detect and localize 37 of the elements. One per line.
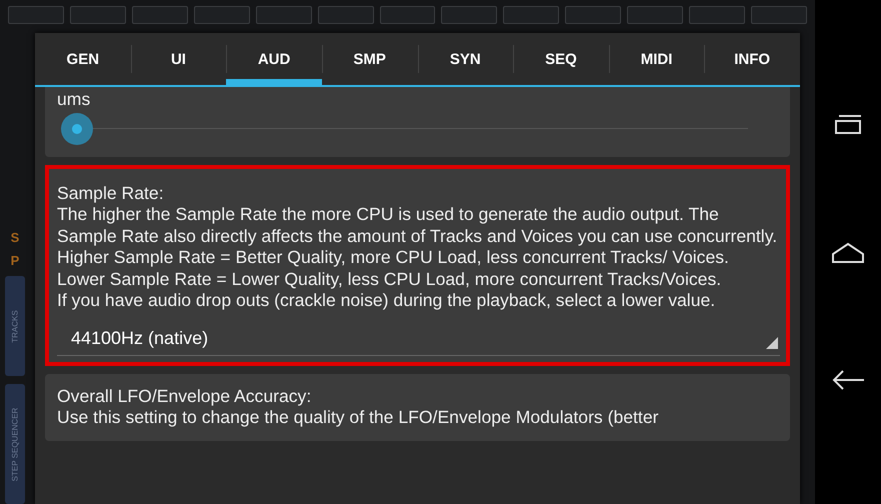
setting-text: Lower Sample Rate = Lower Quality, less CPU Load, more concurrent Tracks/Voices. <box>57 268 722 290</box>
tab[interactable]: SYN <box>418 33 514 85</box>
tab[interactable]: SEQ <box>513 33 609 85</box>
toolbar-button[interactable] <box>194 6 250 24</box>
setting-text: The higher the Sample Rate the more CPU is used to generate the audio output. The Sample Rate also directly affects the amount of Tracks and Voices you can use concurrently. <box>57 204 778 247</box>
tab[interactable]: SMP <box>322 33 418 85</box>
dropdown-arrow-icon <box>766 336 778 348</box>
home-icon[interactable] <box>831 242 865 264</box>
back-icon[interactable] <box>831 369 865 392</box>
toolbar-button[interactable] <box>565 6 622 24</box>
setting-text: Sample Rate: <box>57 182 165 204</box>
setting-text: Higher Sample Rate = Better Quality, more CPU Load, less concurrent Tracks/ Voices. <box>57 247 730 268</box>
slider-thumb[interactable] <box>61 112 93 144</box>
setting-text: Use this setting to change the quality of the LFO/Envelope Modulators (better <box>57 407 660 428</box>
toolbar-button[interactable] <box>751 6 807 24</box>
dropdown[interactable]: 44100Hz (native) <box>57 322 780 356</box>
toolbar-button[interactable] <box>380 6 436 24</box>
toolbar-button[interactable] <box>70 6 126 24</box>
recent-apps-icon[interactable] <box>833 112 863 137</box>
side-letter: P <box>10 253 20 268</box>
tab[interactable]: UI <box>130 33 226 85</box>
toolbar-button[interactable] <box>318 6 374 24</box>
toolbar-button[interactable] <box>132 6 188 24</box>
toolbar-button[interactable] <box>8 6 64 24</box>
tab[interactable]: GEN <box>35 33 131 85</box>
toolbar-button[interactable] <box>503 6 560 24</box>
setting-text: Overall LFO/Envelope Accuracy: <box>57 386 312 407</box>
setting-text: If you have audio drop outs (crackle noise) during the playback, select a lower value. <box>57 290 716 312</box>
toolbar-button[interactable] <box>627 6 684 24</box>
side-letter: S <box>10 230 20 245</box>
tab[interactable]: INFO <box>704 33 800 85</box>
toolbar-button[interactable] <box>256 6 312 24</box>
setting-label: ums <box>57 89 92 110</box>
toolbar-button[interactable] <box>689 6 746 24</box>
toolbar-button[interactable] <box>441 6 498 24</box>
tab[interactable]: AUD <box>226 33 322 85</box>
tab[interactable]: MIDI <box>608 33 704 85</box>
